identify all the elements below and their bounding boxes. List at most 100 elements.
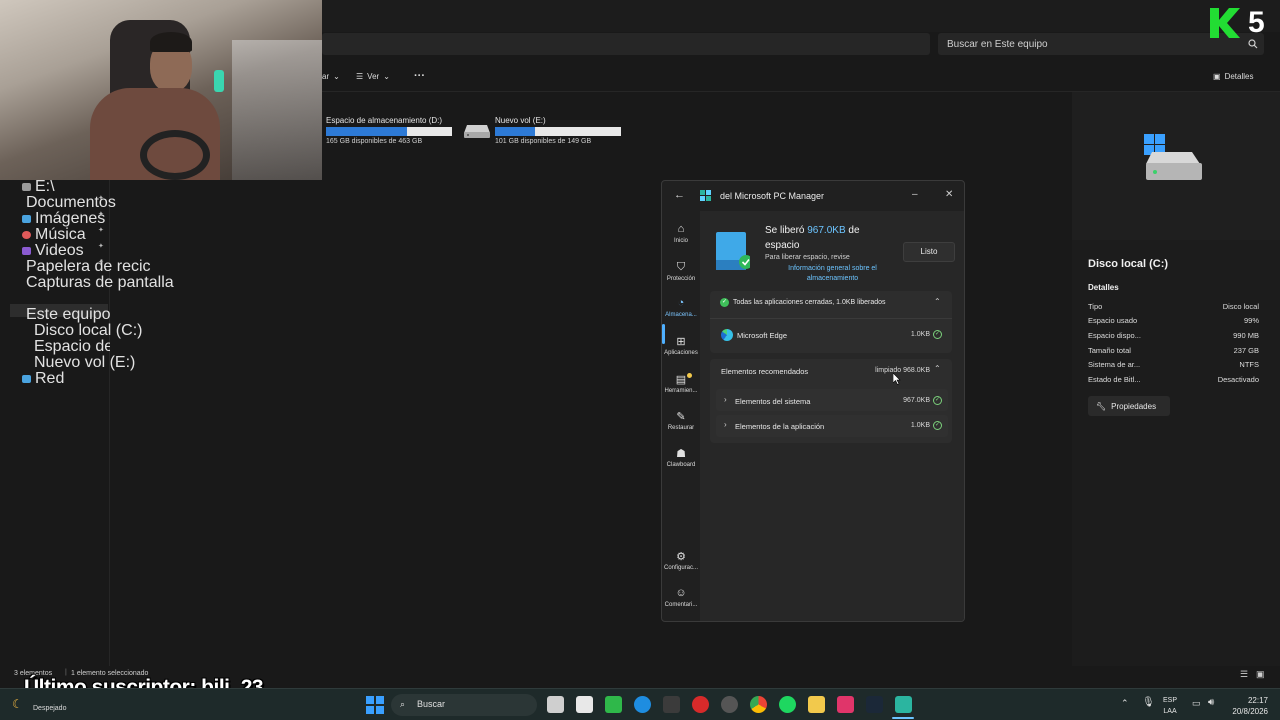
detail-value: 237 GB	[1233, 346, 1259, 355]
clock-date: 20/8/2026	[1232, 707, 1268, 716]
done-button[interactable]: Listo	[903, 242, 955, 262]
chevron-right-icon[interactable]: ›	[724, 395, 727, 404]
tiles-view-icon[interactable]: ▣	[1256, 669, 1265, 680]
side-item-label: Configurac...	[663, 565, 699, 571]
drive-icon	[22, 183, 31, 191]
pin-icon[interactable]: ✦	[98, 242, 104, 250]
details-pane-icon: ▣	[1213, 72, 1221, 81]
check-circle-icon: ✓	[933, 396, 942, 405]
logo-digit: 5	[1248, 6, 1265, 39]
side-item-label: Clawboard	[666, 462, 696, 468]
system-clock[interactable]: 22:17 20/8/2026	[1232, 695, 1268, 717]
pin-icon[interactable]: ✦	[98, 194, 104, 202]
side-item-settings[interactable]: ⚙ Configurac...	[662, 550, 700, 571]
spotify-icon[interactable]	[779, 696, 796, 713]
chrome-icon[interactable]	[750, 696, 767, 713]
details-title: Disco local (C:)	[1088, 258, 1169, 270]
side-item-label: Restaurar	[667, 425, 695, 431]
clock-time: 22:17	[1247, 696, 1268, 705]
start-icon[interactable]	[366, 696, 384, 714]
video-icon	[22, 247, 31, 255]
details-section-label: Detalles	[1088, 283, 1119, 292]
properties-button[interactable]: 🔧︎ Propiedades	[1088, 396, 1170, 416]
music-icon	[22, 231, 31, 239]
apps-closed-text: Todas las aplicaciones cerradas, 1.0KB l…	[733, 299, 886, 306]
app-icon[interactable]	[692, 696, 709, 713]
storage-overview-link[interactable]: Información general sobre el almacenamie…	[775, 264, 890, 284]
microphone-icon[interactable]: 🎙︎	[1142, 697, 1155, 708]
system-items-value: 967.0KB	[903, 397, 930, 404]
side-item-home[interactable]: ⌂ Inicio	[662, 223, 700, 244]
taskbar-search[interactable]: ⌕ Buscar	[391, 694, 537, 716]
pc-manager-taskbar-icon[interactable]	[895, 696, 912, 713]
detail-value: Desactivado	[1217, 375, 1259, 384]
success-check-icon: ✓	[720, 298, 729, 307]
edge-icon[interactable]	[634, 696, 651, 713]
shield-icon: ⛉	[676, 261, 686, 273]
side-item-feedback[interactable]: ☺ Comentari...	[662, 587, 700, 608]
drive-icon	[463, 123, 491, 139]
app-icon[interactable]	[663, 696, 680, 713]
drive-free-text: 165 GB disponibles de 463 GB	[326, 138, 423, 145]
pin-icon[interactable]: ✦	[98, 210, 104, 218]
side-item-storage[interactable]: ◔ Almacena...	[662, 297, 700, 318]
task-view-icon[interactable]	[547, 696, 564, 713]
storage-icon: ◔	[677, 297, 685, 309]
weather-text[interactable]: Despejado	[33, 705, 66, 712]
detail-label: Sistema de ar...	[1088, 360, 1141, 369]
app-icon[interactable]	[721, 696, 738, 713]
nav-item-network[interactable]: Red	[22, 370, 110, 388]
system-items-label: Elementos del sistema	[735, 397, 811, 406]
app-items-value: 1.0KB	[910, 422, 930, 429]
detail-label: Espacio dispo...	[1088, 331, 1141, 340]
weather-icon[interactable]: ☾	[12, 697, 23, 711]
mouse-cursor-icon	[892, 372, 901, 390]
detail-label: Estado de Bitl...	[1088, 375, 1141, 384]
pc-manager-sidebar: ⌂ Inicio ⛉ Protección ◔ Almacena... ⊞ Aplica…	[662, 211, 700, 621]
chevron-up-icon[interactable]: ⌃	[934, 364, 941, 373]
check-circle-icon: ✓	[933, 421, 942, 430]
side-item-apps[interactable]: ⊞ Aplicaciones	[662, 335, 700, 356]
drive-d[interactable]: Espacio de almacenamiento (D:) 165 GB di…	[326, 116, 452, 145]
check-circle-icon: ✓	[933, 330, 942, 339]
volume-icon[interactable]: 🔊︎	[1208, 697, 1214, 708]
nav-item-screenshots[interactable]: Capturas de pantalla	[22, 274, 174, 292]
side-item-restore[interactable]: ✎ Restaurar	[662, 410, 700, 431]
close-icon[interactable]: ✕	[945, 189, 953, 200]
file-explorer-icon[interactable]	[808, 696, 825, 713]
drive-usage-bar	[495, 127, 621, 136]
app-icon[interactable]	[837, 696, 854, 713]
pc-manager-window: ← del Microsoft PC Manager – ✕ ⌂ Inicio ⛉…	[661, 180, 965, 622]
freed-hint: Para liberar espacio, revise	[765, 254, 850, 261]
app-icon[interactable]	[576, 696, 593, 713]
address-bar[interactable]	[322, 33, 930, 55]
drive-name: Espacio de almacenamiento (D:)	[326, 116, 443, 125]
details-view-icon[interactable]: ☰	[1240, 669, 1248, 680]
home-icon: ⌂	[677, 223, 685, 235]
xbox-icon[interactable]	[605, 696, 622, 713]
drive-e[interactable]: Nuevo vol (E:) 101 GB disponibles de 149…	[495, 116, 621, 145]
pin-icon[interactable]: ✦	[98, 258, 104, 266]
back-arrow-icon[interactable]: ←	[674, 189, 685, 201]
detail-value: 990 MB	[1233, 331, 1259, 340]
side-item-tools[interactable]: ▤ Herramien...	[662, 373, 700, 394]
pin-icon[interactable]: ✦	[98, 226, 104, 234]
chevron-down-icon: ⌄	[383, 72, 390, 81]
minimize-icon[interactable]: –	[912, 189, 918, 200]
webcam-overlay	[0, 0, 322, 180]
more-options-button[interactable]: ···	[414, 70, 425, 82]
side-item-protection[interactable]: ⛉ Protección	[662, 261, 700, 282]
side-item-clawboard[interactable]: ☗ Clawboard	[662, 447, 700, 468]
feedback-icon: ☺	[675, 587, 687, 599]
steam-icon[interactable]	[866, 696, 883, 713]
details-toggle-button[interactable]: ▣ Detalles	[1213, 72, 1253, 81]
chevron-right-icon[interactable]: ›	[724, 420, 727, 429]
language-indicator[interactable]: ESP LAA	[1163, 695, 1177, 717]
wrench-icon: 🔧︎	[1096, 401, 1107, 411]
chevron-up-icon[interactable]: ⌃	[1121, 698, 1129, 709]
chevron-up-icon[interactable]: ⌃	[934, 297, 941, 306]
view-button[interactable]: ☰ Ver ⌄	[356, 72, 390, 81]
sort-button[interactable]: ar ⌄	[322, 72, 340, 81]
drive-usage-bar	[326, 127, 452, 136]
network-icon[interactable]: ▭	[1192, 698, 1201, 709]
